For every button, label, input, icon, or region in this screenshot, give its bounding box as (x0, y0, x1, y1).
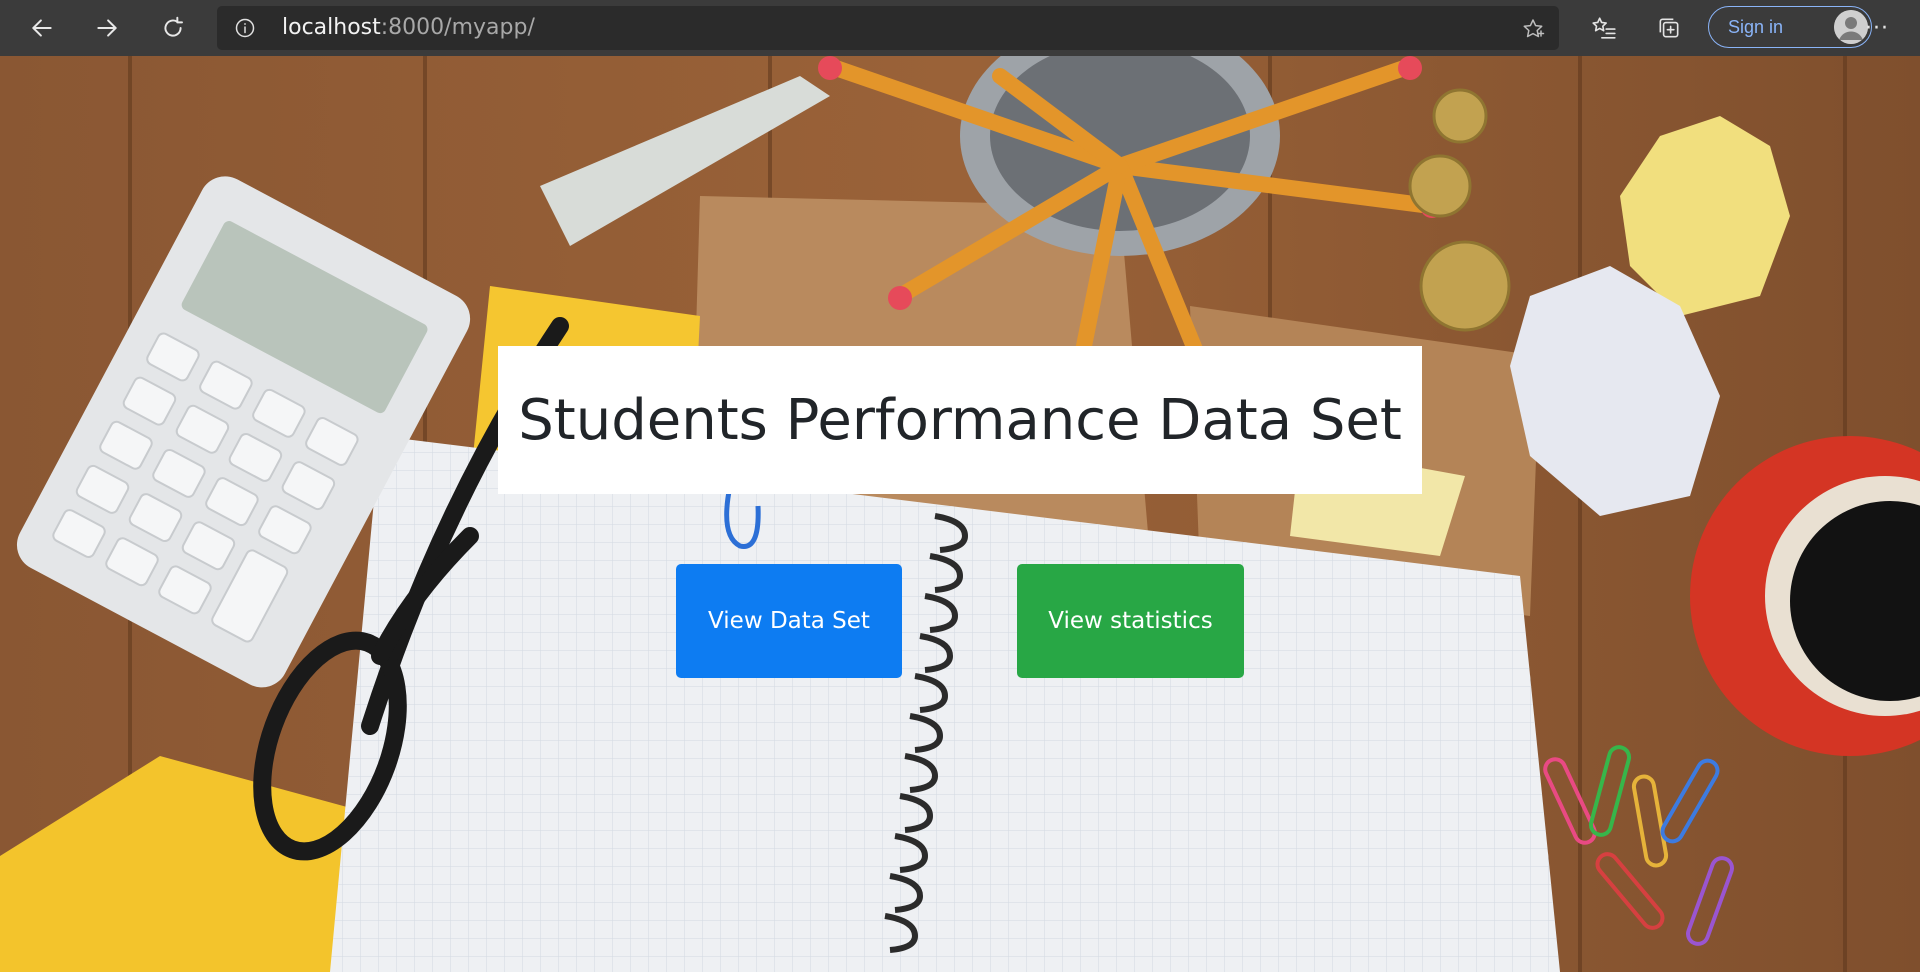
address-bar[interactable]: localhost:8000/myapp/ (217, 6, 1559, 50)
collections-button[interactable] (1652, 11, 1686, 45)
url-text[interactable]: localhost:8000/myapp/ (282, 15, 535, 41)
page: Students Performance Data Set View Data … (0, 56, 1920, 972)
arrow-right-icon (97, 19, 117, 37)
title-banner: Students Performance Data Set (498, 346, 1422, 494)
desk-background-image (0, 56, 1920, 972)
star-icon[interactable] (1521, 17, 1545, 41)
favorites-list-icon (1592, 17, 1616, 39)
more-icon: ··· (1865, 15, 1889, 41)
collections-icon (1659, 18, 1679, 38)
browser-toolbar: localhost:8000/myapp/ Sign in ··· (0, 0, 1920, 56)
url-path: :8000/myapp/ (380, 15, 535, 40)
reload-button[interactable] (153, 8, 193, 48)
view-statistics-button[interactable]: View statistics (1017, 564, 1244, 678)
view-data-set-button[interactable]: View Data Set (676, 564, 902, 678)
arrow-left-icon (32, 19, 52, 37)
sign-in-label: Sign in (1728, 17, 1784, 37)
reload-icon (164, 16, 183, 37)
page-title: Students Performance Data Set (518, 387, 1402, 453)
more-button[interactable]: ··· (1860, 11, 1894, 45)
url-host: localhost (282, 15, 381, 40)
info-icon[interactable] (235, 18, 255, 38)
back-button[interactable] (22, 8, 62, 48)
sign-in-button[interactable]: Sign in (1708, 6, 1872, 48)
forward-button[interactable] (87, 8, 127, 48)
favorites-button[interactable] (1587, 11, 1621, 45)
